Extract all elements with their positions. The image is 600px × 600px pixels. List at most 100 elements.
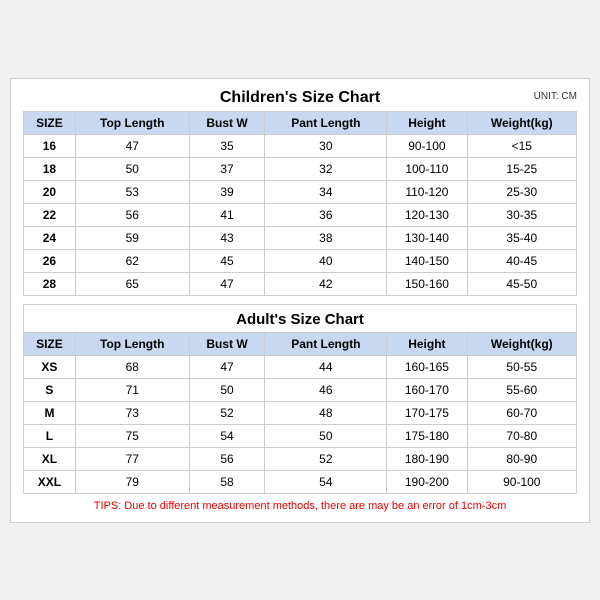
children-header-row: SIZETop LengthBust WPant LengthHeightWei… [24,111,577,134]
table-cell: 56 [75,203,189,226]
table-cell: 43 [189,226,265,249]
table-cell: 41 [189,203,265,226]
children-header-cell: Height [387,111,467,134]
chart-container: Children's Size Chart UNIT: CM SIZETop L… [10,78,590,523]
table-cell: 90-100 [467,470,576,493]
table-row: 20533934110-12025-30 [24,180,577,203]
table-row: 24594338130-14035-40 [24,226,577,249]
table-row: S715046160-17055-60 [24,378,577,401]
table-cell: 140-150 [387,249,467,272]
adult-header-cell: Height [387,332,467,355]
table-cell: 160-165 [387,355,467,378]
table-cell: 68 [75,355,189,378]
table-cell: 18 [24,157,76,180]
table-cell: 150-160 [387,272,467,295]
table-cell: 44 [265,355,387,378]
table-cell: 34 [265,180,387,203]
table-cell: <15 [467,134,576,157]
adult-header-cell: Bust W [189,332,265,355]
table-cell: 48 [265,401,387,424]
adult-title-row: Adult's Size Chart [24,304,577,332]
table-cell: 39 [189,180,265,203]
table-cell: 47 [189,355,265,378]
table-cell: 24 [24,226,76,249]
table-row: M735248170-17560-70 [24,401,577,424]
table-cell: 180-190 [387,447,467,470]
table-cell: 16 [24,134,76,157]
table-cell: 25-30 [467,180,576,203]
children-header-cell: Bust W [189,111,265,134]
adults-table: Adult's Size Chart SIZETop LengthBust WP… [23,304,577,494]
table-cell: 120-130 [387,203,467,226]
table-cell: XS [24,355,76,378]
table-cell: 28 [24,272,76,295]
table-cell: 38 [265,226,387,249]
table-cell: 55-60 [467,378,576,401]
table-row: XXL795854190-20090-100 [24,470,577,493]
table-row: XS684744160-16550-55 [24,355,577,378]
table-cell: 50 [75,157,189,180]
children-title-row: Children's Size Chart UNIT: CM [23,89,577,107]
table-cell: 52 [265,447,387,470]
table-cell: 53 [75,180,189,203]
table-cell: 26 [24,249,76,272]
adult-header-cell: Top Length [75,332,189,355]
table-cell: 40-45 [467,249,576,272]
table-cell: 73 [75,401,189,424]
adult-chart-title: Adult's Size Chart [24,304,577,332]
table-cell: L [24,424,76,447]
table-cell: 47 [75,134,189,157]
table-cell: 50-55 [467,355,576,378]
table-cell: 77 [75,447,189,470]
table-cell: 90-100 [387,134,467,157]
table-cell: M [24,401,76,424]
table-row: L755450175-18070-80 [24,424,577,447]
table-cell: 45 [189,249,265,272]
table-cell: 100-110 [387,157,467,180]
children-header-cell: SIZE [24,111,76,134]
table-cell: 37 [189,157,265,180]
table-cell: XXL [24,470,76,493]
table-cell: 30 [265,134,387,157]
adult-header-cell: Pant Length [265,332,387,355]
table-cell: 35-40 [467,226,576,249]
table-cell: 190-200 [387,470,467,493]
unit-label: UNIT: CM [534,91,577,102]
children-table: SIZETop LengthBust WPant LengthHeightWei… [23,111,577,296]
table-cell: 79 [75,470,189,493]
table-cell: 50 [265,424,387,447]
children-table-header: SIZETop LengthBust WPant LengthHeightWei… [24,111,577,134]
table-cell: 175-180 [387,424,467,447]
table-cell: 32 [265,157,387,180]
table-cell: 30-35 [467,203,576,226]
table-cell: 20 [24,180,76,203]
table-cell: 35 [189,134,265,157]
table-cell: 75 [75,424,189,447]
table-cell: 58 [189,470,265,493]
table-cell: 71 [75,378,189,401]
table-cell: 65 [75,272,189,295]
table-cell: 40 [265,249,387,272]
table-cell: 36 [265,203,387,226]
table-cell: 47 [189,272,265,295]
adult-header-cell: Weight(kg) [467,332,576,355]
table-cell: 62 [75,249,189,272]
children-header-cell: Weight(kg) [467,111,576,134]
table-cell: 45-50 [467,272,576,295]
table-cell: 22 [24,203,76,226]
table-cell: XL [24,447,76,470]
table-cell: 80-90 [467,447,576,470]
table-cell: 54 [265,470,387,493]
table-cell: S [24,378,76,401]
table-cell: 50 [189,378,265,401]
table-cell: 54 [189,424,265,447]
table-cell: 110-120 [387,180,467,203]
adult-header-cell: SIZE [24,332,76,355]
adult-table-body: XS684744160-16550-55S715046160-17055-60M… [24,355,577,493]
table-row: 28654742150-16045-50 [24,272,577,295]
table-cell: 42 [265,272,387,295]
tips-text: TIPS: Due to different measurement metho… [94,500,506,512]
table-cell: 70-80 [467,424,576,447]
table-cell: 59 [75,226,189,249]
table-row: 18503732100-11015-25 [24,157,577,180]
